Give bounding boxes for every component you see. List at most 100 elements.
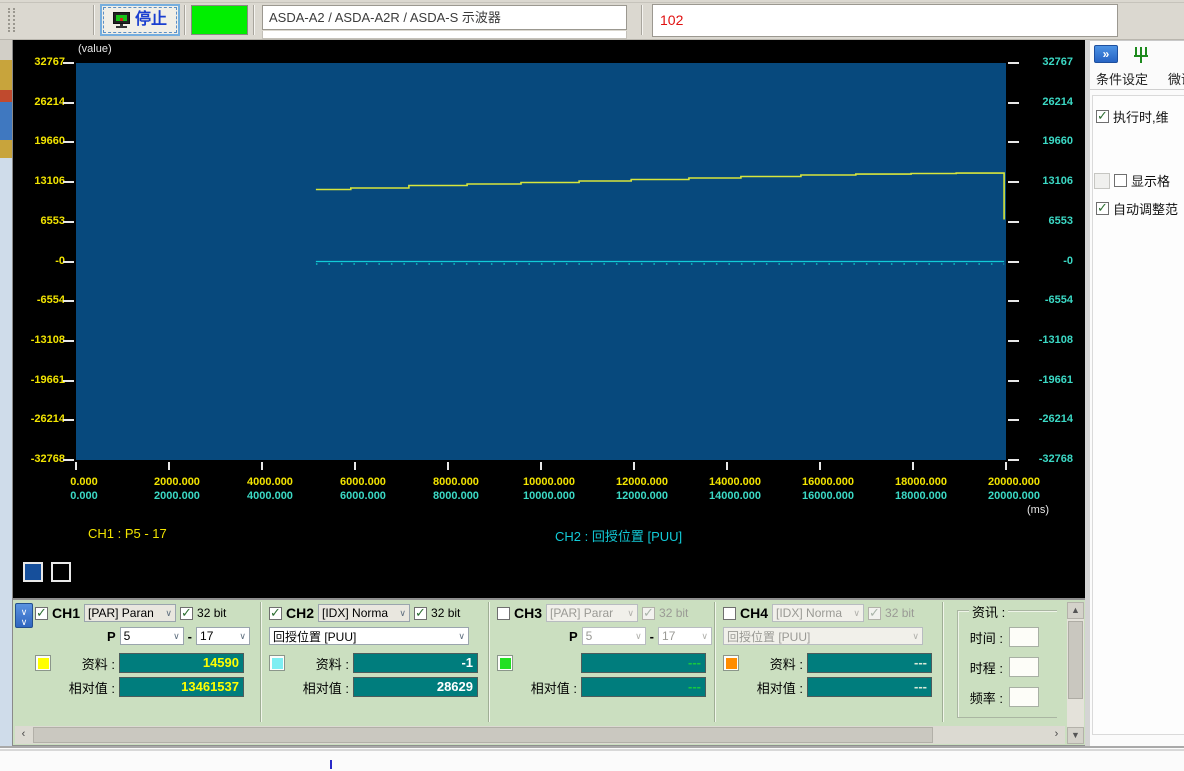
toolbar-separator [641,5,643,35]
ch4-32bit-checkbox[interactable] [868,605,882,621]
keep-on-run-checkbox[interactable] [1096,108,1109,124]
ch3-p-label: P [569,628,578,644]
channel-block-ch3: CH3 [PAR] Parar∨ 32 bit P 5∨ - 17∨ [491,600,722,708]
ch3-enable-checkbox[interactable] [497,606,510,620]
y-tick-mark [1008,459,1019,461]
ch4-enable-checkbox[interactable] [723,606,736,620]
ch1-32bit-checkbox[interactable] [180,605,194,621]
tab-fine-tune[interactable]: 微调 [1168,69,1184,88]
ch2-type-dropdown[interactable]: [IDX] Norma ∨ [318,604,411,622]
app-window: 停止 ASDA-A2 / ASDA-A2R / ASDA-S 示波器 102 (… [0,0,1184,771]
vertical-scroll-thumb[interactable] [1068,621,1083,699]
ch4-source-dropdown[interactable]: 回授位置 [PUU] ∨ [723,627,923,645]
ch3-p-group-dropdown[interactable]: 5 ∨ [581,627,646,645]
x-tick-mark [819,462,821,470]
ch2-source-dropdown[interactable]: 回授位置 [PUU] ∨ [269,627,469,645]
horizontal-scroll-thumb[interactable] [33,727,933,743]
ch3-32bit-checkbox[interactable] [642,605,656,621]
y-tick-mark [1008,300,1019,303]
ch3-p-index-dropdown[interactable]: 17 ∨ [658,627,713,645]
ch2-relative-value: 28629 [353,677,478,697]
oscilloscope-window: (value) 32767 32767 26214 26214 19660 19660 13… [12,40,1086,746]
ch4-color-swatch[interactable] [723,655,739,671]
scroll-up-arrow[interactable]: ▲ [1067,602,1084,619]
y-tick-label-left: 13106 [34,175,65,188]
show-grid-checkbox[interactable] [1114,174,1127,187]
info-title: 资讯 : [969,602,1009,621]
tab-condition-settings[interactable]: 条件设定 [1096,69,1148,88]
y-tick-mark [63,101,74,104]
info-row-duration: 时程 : [961,656,1061,678]
ch1-color-swatch[interactable] [35,655,51,671]
panel-horizontal-scrollbar[interactable]: ‹ › [15,726,1065,744]
ch4-data-label: 资料 : [769,656,803,672]
x-tick-label-ch2: 20000.000 [988,490,1040,502]
ch4-data-value: --- [807,653,932,673]
ch1-data-label: 资料 : [81,656,115,672]
info-box: 资讯 : 时间 : 时程 : 频率 : [947,600,1063,725]
background-window-sliver [0,90,12,102]
ch1-caption: CH1 : P5 - 17 [88,526,167,541]
ch1-enable-checkbox[interactable] [35,605,48,621]
y-tick-label-right: -13108 [1038,333,1073,346]
ch1-p-index-dropdown[interactable]: 17 ∨ [196,627,251,645]
ch1-type-dropdown[interactable]: [PAR] Paran ∨ [84,604,177,622]
x-tick-label-ch1: 0.000 [70,476,98,488]
tab-underline [1090,89,1184,90]
y-tick-mark [1008,379,1019,382]
ch2-enable-checkbox[interactable] [269,605,282,621]
scroll-right-arrow[interactable]: › [1048,726,1065,744]
x-tick-label-ch2: 18000.000 [895,490,947,502]
y-tick-label-left: 19660 [34,135,65,148]
ch2-32bit-checkbox[interactable] [414,605,428,621]
y-tick-mark [1008,339,1019,342]
ch1-p-group-dropdown[interactable]: 5 ∨ [119,627,184,645]
ch3-32bit-label: 32 bit [659,606,689,620]
y-tick-mark [1008,62,1019,64]
ch3-type-dropdown[interactable]: [PAR] Parar ∨ [546,604,639,622]
info-row-time: 时间 : [961,626,1061,648]
x-tick-label-ch2: 10000.000 [523,490,575,502]
x-tick-mark [726,462,728,470]
ch2-color-swatch[interactable] [269,655,285,671]
y-tick-label-right: 26214 [1042,95,1073,108]
plot-canvas[interactable] [76,63,1006,460]
background-window-sliver [0,60,12,90]
y-tick-label-right: 19660 [1042,135,1073,148]
y-tick-mark [63,459,74,461]
y-tick-label-left: 26214 [34,95,65,108]
y-tick-label-left: -0 [55,254,65,267]
x-tick-label-ch1: 18000.000 [895,476,947,488]
status-value-field[interactable]: 102 [652,4,1118,37]
x-tick-mark [1005,462,1007,470]
ch3-relative-value: --- [581,677,706,697]
panel-expand-button[interactable]: » [1094,45,1118,63]
checkbox-row-show-grid: 显示格 [1094,171,1170,190]
ch1-relative-label: 相对值 : [68,680,115,696]
y-tick-label-left: -6554 [36,294,65,307]
toolbar-gripper[interactable] [13,8,16,32]
ch4-relative-value: --- [807,677,932,697]
display-toggle-2[interactable] [51,562,71,582]
channel-block-ch1: CH1 [PAR] Paran∨ 32 bit P 5∨ - 17∨ [29,600,260,708]
ch1-data-value: 14590 [119,653,244,673]
y-tick-mark [1008,181,1019,184]
y-tick-label-right: 32767 [1042,56,1073,68]
scroll-left-arrow[interactable]: ‹ [15,726,32,744]
device-name-field[interactable]: ASDA-A2 / ASDA-A2R / ASDA-S 示波器 [262,5,627,30]
x-tick-mark [912,462,914,470]
stop-button[interactable]: 停止 [100,4,180,36]
toolbar-gripper[interactable] [8,8,11,32]
condition-settings-panel: » 条件设定 微调 执行时,维 显示格 自动调整范 [1090,40,1184,757]
auto-adjust-checkbox[interactable] [1096,200,1109,216]
pushpin-icon[interactable] [1130,43,1152,65]
ch4-type-dropdown[interactable]: [IDX] Norma ∨ [772,604,865,622]
duration-value-field [1009,657,1039,677]
x-tick-mark [168,462,170,470]
display-toggle-1[interactable] [23,562,43,582]
y-tick-mark [63,260,74,263]
panel-vertical-scrollbar[interactable]: ▲ ▼ [1067,602,1084,744]
x-tick-label-ch2: 6000.000 [340,490,386,502]
ch3-color-swatch[interactable] [497,655,513,671]
scroll-down-arrow[interactable]: ▼ [1067,727,1084,744]
